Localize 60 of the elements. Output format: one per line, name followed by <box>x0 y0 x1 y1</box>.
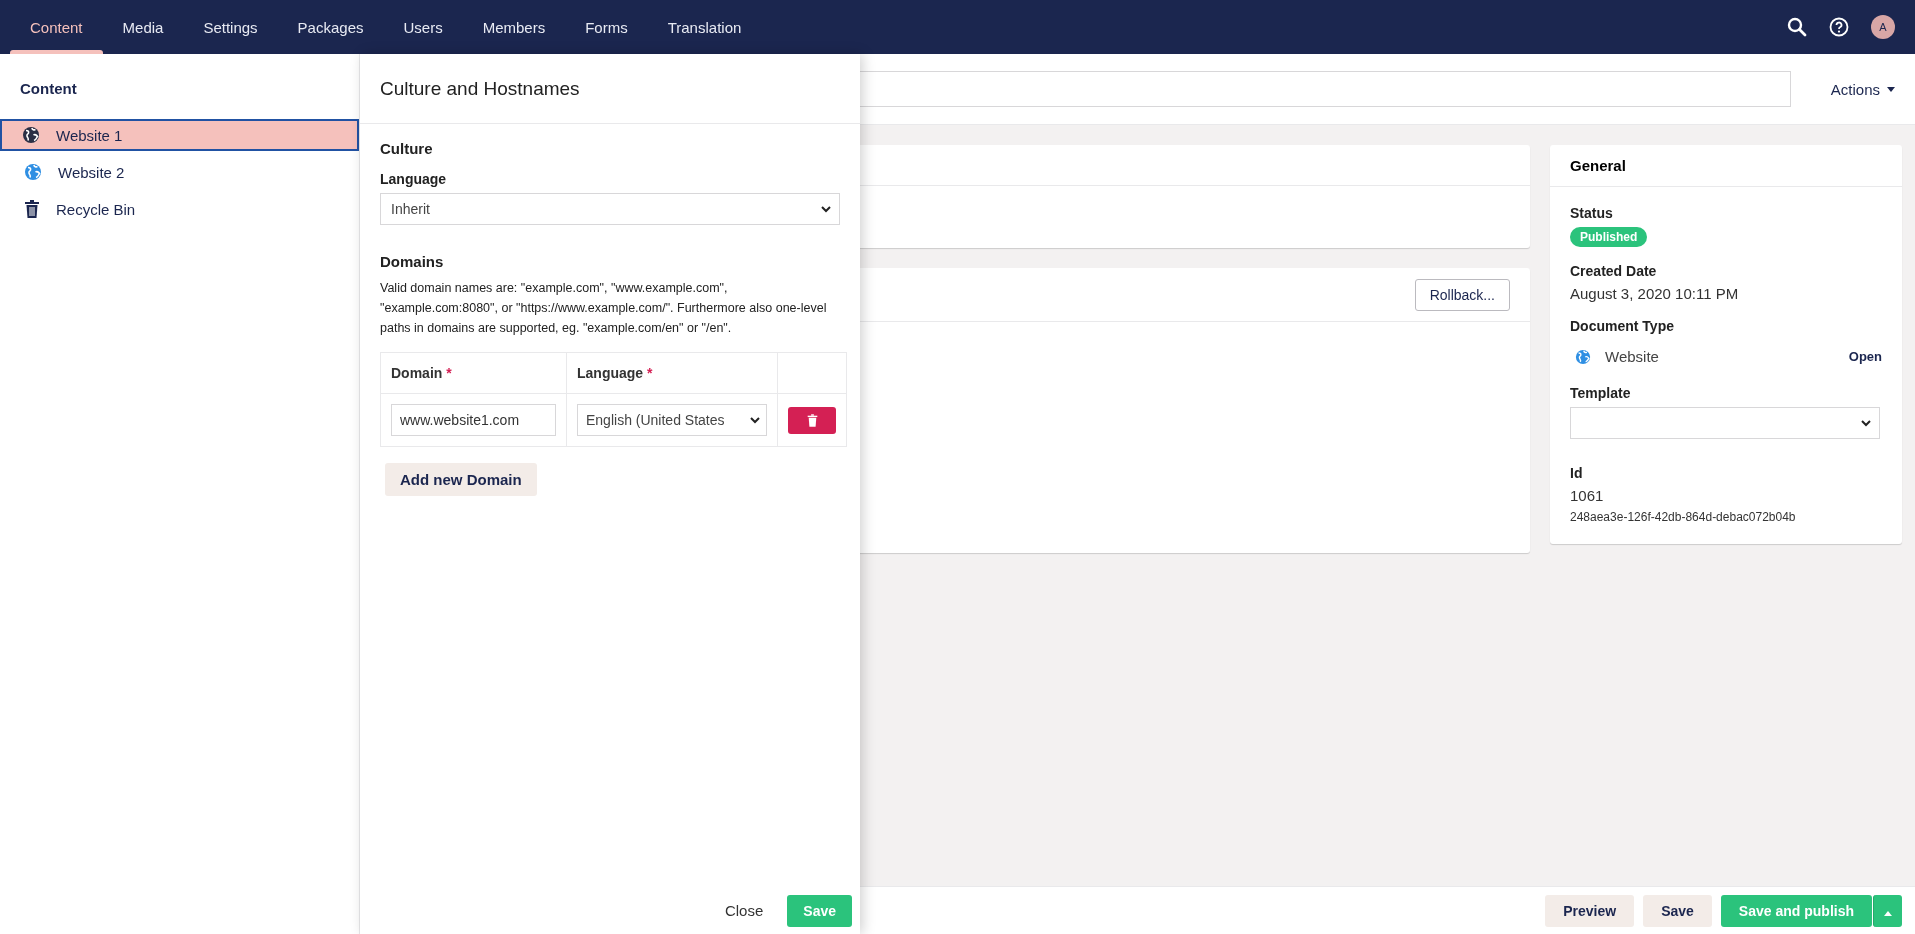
section-heading: Domains <box>380 253 445 270</box>
actions-button[interactable]: Actions <box>1830 74 1895 104</box>
caret-icon <box>1887 86 1895 92</box>
section-tab[interactable]: Packages <box>277 0 384 54</box>
globe-icon <box>1575 348 1591 365</box>
column-header: Domain * <box>380 352 567 394</box>
search-icon[interactable] <box>1787 17 1807 37</box>
domain-input[interactable]: www.website1.com <box>391 404 556 436</box>
field-label: Status <box>1570 205 1613 221</box>
chevron-down-icon <box>821 205 831 213</box>
help-text: Valid domain names are: "example.com", "www.example.com", "example.com:8080", or "https://www.example.com/". Furthermore also one-level paths in domains are supported, eg. "example.com/en" or "/en". <box>380 280 828 337</box>
close-button[interactable]: Close <box>718 901 770 920</box>
footer-button[interactable]: Save <box>1643 894 1712 927</box>
section-tab[interactable]: Users <box>383 0 463 54</box>
document-type-name: Website <box>1605 348 1660 365</box>
required-mark: * <box>647 365 653 381</box>
language-dropdown[interactable]: Inherit <box>380 193 840 225</box>
section-tab[interactable]: Members <box>462 0 566 54</box>
field-label: Created Date <box>1570 263 1657 279</box>
required-mark: * <box>446 365 452 381</box>
trash-icon <box>24 200 40 218</box>
section-heading: Culture <box>380 140 434 157</box>
section-tab[interactable]: Forms <box>565 0 648 54</box>
field-label: Id <box>1570 465 1583 481</box>
language-dropdown[interactable]: English (United States <box>577 404 767 436</box>
field-label: Document Type <box>1570 318 1674 334</box>
dialog-title: Culture and Hostnames <box>360 54 860 124</box>
delete-button[interactable] <box>788 406 836 434</box>
chevron-down-icon <box>1861 419 1871 427</box>
column-header: Language * <box>566 352 778 394</box>
chevron-down-icon <box>750 416 760 424</box>
tree-title: Content <box>19 79 78 99</box>
trash-icon <box>806 413 818 427</box>
tree-item[interactable]: Recycle Bin <box>0 193 359 225</box>
card-title: General <box>1550 145 1902 187</box>
tree-item[interactable]: Website 1 <box>0 119 359 151</box>
tree-item-label: Recycle Bin <box>56 200 136 218</box>
tree-item[interactable]: Website 2 <box>0 156 359 188</box>
tree-item-label: Website 1 <box>56 126 123 144</box>
created-date: August 3, 2020 10:11 PM <box>1570 285 1739 302</box>
section-tab[interactable]: Translation <box>647 0 762 54</box>
section-tab[interactable]: Content <box>10 0 103 54</box>
add-domain-button[interactable]: Add new Domain <box>385 463 537 496</box>
field-label: Language <box>380 171 448 187</box>
field-label: Template <box>1570 385 1631 401</box>
user-avatar[interactable]: A <box>1871 15 1895 39</box>
globe-icon <box>24 163 42 181</box>
status-badge: Published <box>1570 227 1648 247</box>
section-tab[interactable]: Media <box>102 0 184 54</box>
rollback-button[interactable]: Rollback... <box>1414 278 1510 311</box>
node-guid: 248aea3e-126f-42db-864d-debac072b04b <box>1570 510 1796 524</box>
globe-icon <box>22 126 40 144</box>
section-tab[interactable]: Settings <box>183 0 278 54</box>
help-icon[interactable] <box>1829 17 1849 37</box>
publish-options-button[interactable] <box>1873 894 1902 927</box>
open-link[interactable]: Open <box>1848 349 1882 364</box>
node-id: 1061 <box>1570 487 1604 504</box>
footer-button[interactable]: Preview <box>1545 894 1635 927</box>
tree-item-label: Website 2 <box>58 163 125 181</box>
caret-icon <box>1884 910 1892 916</box>
